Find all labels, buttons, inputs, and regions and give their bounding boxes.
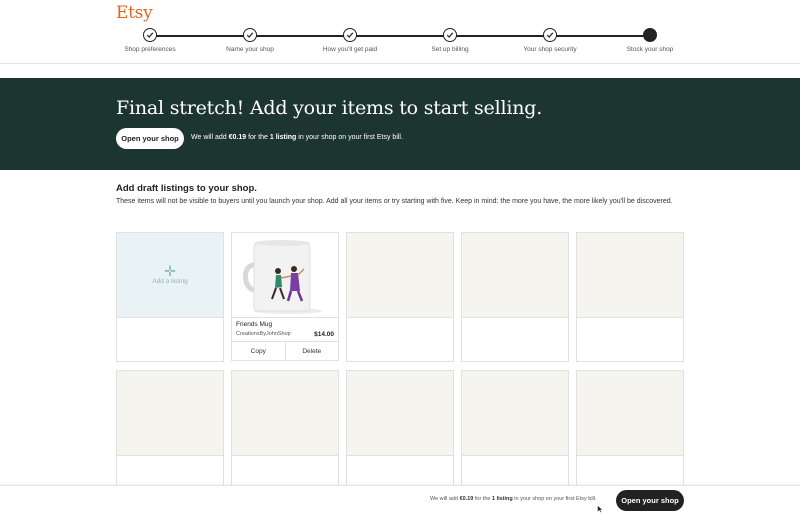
slot-placeholder bbox=[577, 233, 683, 318]
check-icon bbox=[343, 28, 357, 42]
listing-title[interactable]: Friends Mug bbox=[236, 321, 272, 328]
empty-listing-slot bbox=[346, 370, 454, 500]
hero-title: Final stretch! Add your items to start s… bbox=[116, 97, 543, 119]
check-icon bbox=[443, 28, 457, 42]
footer-open-your-shop-button[interactable]: Open your shop bbox=[616, 490, 684, 511]
slot-placeholder bbox=[232, 371, 338, 456]
empty-listing-slot bbox=[231, 370, 339, 500]
slot-placeholder bbox=[577, 371, 683, 456]
step-label: Set up billing bbox=[431, 46, 469, 53]
step-label: Your shop security bbox=[523, 46, 577, 53]
listing-card-friends-mug[interactable]: Friends Mug CreationsByJohnShop $14.00 C… bbox=[231, 232, 339, 361]
slot-placeholder bbox=[117, 371, 223, 456]
step-label: Name your shop bbox=[226, 46, 274, 53]
billing-note: We will add €0.19 for the 1 listing in y… bbox=[191, 134, 403, 141]
check-icon bbox=[543, 28, 557, 42]
check-icon bbox=[143, 28, 157, 42]
add-listing-area[interactable]: ✛ Add a listing bbox=[117, 233, 223, 318]
listing-shop-name: CreationsByJohnShop bbox=[236, 331, 291, 337]
slot-placeholder bbox=[462, 371, 568, 456]
drafts-title: Add draft listings to your shop. bbox=[116, 183, 257, 194]
open-your-shop-button[interactable]: Open your shop bbox=[116, 128, 184, 149]
empty-listing-slot bbox=[116, 370, 224, 500]
listing-image[interactable] bbox=[232, 233, 338, 318]
step-set-up-billing[interactable]: Set up billing bbox=[395, 28, 505, 53]
slot-body bbox=[347, 318, 453, 361]
hero-banner: Final stretch! Add your items to start s… bbox=[0, 78, 800, 170]
footer-billing-note: We will add €0.19 for the 1 listing in y… bbox=[430, 496, 597, 502]
etsy-logo[interactable]: Etsy bbox=[116, 3, 153, 23]
empty-listing-slot bbox=[461, 232, 569, 362]
step-your-shop-security[interactable]: Your shop security bbox=[495, 28, 605, 53]
step-shop-preferences[interactable]: Shop preferences bbox=[95, 28, 205, 53]
mug-image bbox=[232, 233, 338, 317]
slot-placeholder bbox=[462, 233, 568, 318]
slot-placeholder bbox=[347, 371, 453, 456]
plus-icon: ✛ bbox=[164, 263, 176, 279]
check-icon bbox=[243, 28, 257, 42]
slot-placeholder bbox=[347, 233, 453, 318]
drafts-description: These items will not be visible to buyer… bbox=[116, 198, 673, 205]
step-name-your-shop[interactable]: Name your shop bbox=[195, 28, 305, 53]
slot-body bbox=[577, 318, 683, 361]
add-listing-card[interactable]: ✛ Add a listing bbox=[116, 232, 224, 362]
step-label: How you'll get paid bbox=[322, 46, 378, 53]
listing-info: Friends Mug CreationsByJohnShop $14.00 bbox=[232, 318, 338, 342]
listing-actions: Copy Delete bbox=[232, 342, 338, 360]
listing-price: $14.00 bbox=[314, 331, 334, 338]
sticky-footer: We will add €0.19 for the 1 listing in y… bbox=[0, 485, 800, 513]
card-body bbox=[117, 318, 223, 361]
add-listing-label: Add a listing bbox=[152, 278, 188, 285]
top-header: Etsy Shop preferences Name your shop How… bbox=[0, 0, 800, 64]
step-stock-your-shop[interactable]: Stock your shop bbox=[595, 28, 705, 53]
step-how-youll-get-paid[interactable]: How you'll get paid bbox=[295, 28, 405, 53]
copy-button[interactable]: Copy bbox=[232, 342, 286, 360]
mouse-cursor-icon bbox=[597, 505, 604, 513]
empty-listing-slot bbox=[461, 370, 569, 500]
step-label: Stock your shop bbox=[626, 46, 674, 53]
current-step-dot-icon bbox=[643, 28, 657, 42]
empty-listing-slot bbox=[576, 370, 684, 500]
step-label: Shop preferences bbox=[124, 46, 176, 53]
delete-button[interactable]: Delete bbox=[286, 342, 339, 360]
empty-listing-slot bbox=[346, 232, 454, 362]
slot-body bbox=[462, 318, 568, 361]
empty-listing-slot bbox=[576, 232, 684, 362]
